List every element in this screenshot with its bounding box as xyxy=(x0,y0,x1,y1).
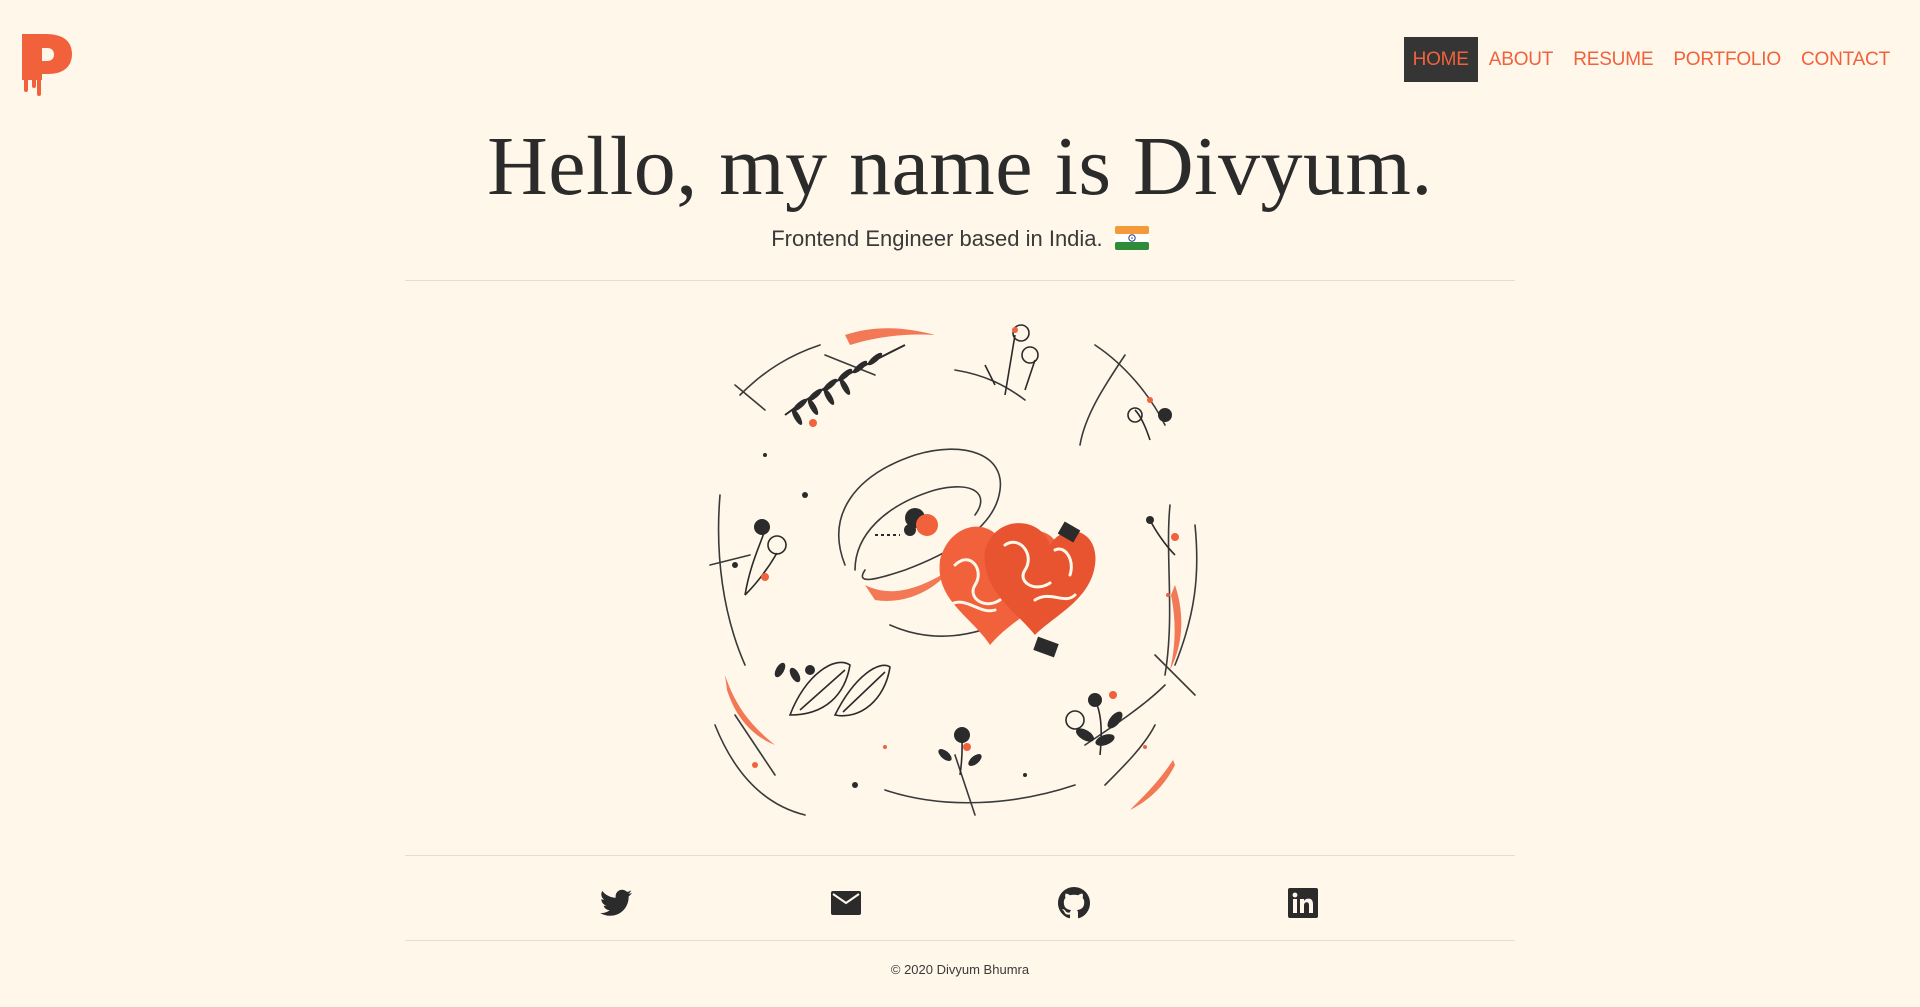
footer-copyright: © 2020 Divyum Bhumra xyxy=(890,962,1030,977)
nav-home[interactable]: HOME xyxy=(1403,37,1478,82)
drip-p-logo-icon[interactable] xyxy=(20,30,76,96)
hero-subtitle-row: Frontend Engineer based in India. xyxy=(0,225,1920,252)
hero-title: Hello, my name is Divyum. xyxy=(487,120,1433,213)
page: HOME ABOUT RESUME PORTFOLIO CONTACT Hell… xyxy=(0,0,1920,1007)
social-links xyxy=(0,885,1920,921)
bottom-divider xyxy=(405,940,1515,941)
top-divider xyxy=(405,280,1515,281)
nav-resume[interactable]: RESUME xyxy=(1564,37,1662,82)
linkedin-icon[interactable] xyxy=(1285,885,1321,921)
nav-about[interactable]: ABOUT xyxy=(1480,37,1562,82)
github-icon[interactable] xyxy=(1056,885,1092,921)
nav-portfolio[interactable]: PORTFOLIO xyxy=(1664,37,1790,82)
hero-subtitle: Frontend Engineer based in India. xyxy=(771,226,1103,251)
nav-contact[interactable]: CONTACT xyxy=(1792,37,1899,82)
mail-icon[interactable] xyxy=(828,885,864,921)
india-flag-icon xyxy=(1114,225,1149,250)
middle-divider xyxy=(405,855,1515,856)
floral-heart-illustration xyxy=(709,324,1198,816)
main-nav: HOME ABOUT RESUME PORTFOLIO CONTACT xyxy=(1403,37,1899,82)
twitter-icon[interactable] xyxy=(598,885,634,921)
